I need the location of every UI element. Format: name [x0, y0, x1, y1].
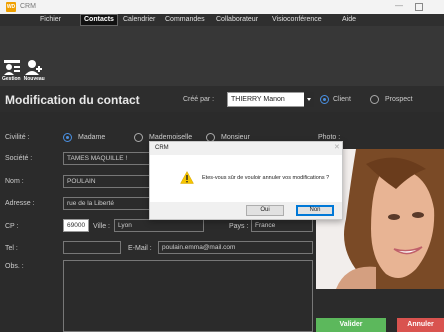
- valider-button[interactable]: Valider: [316, 318, 386, 332]
- civilite-madame-label: Madame: [78, 134, 106, 141]
- menu-bar: Fichier Contacts Calendrier Commandes Co…: [0, 14, 444, 26]
- email-label: E-Mail :: [128, 245, 152, 252]
- civilite-mademoiselle-radio[interactable]: [134, 133, 143, 142]
- menu-contacts[interactable]: Contacts: [80, 14, 118, 26]
- toolbar-label-gestion[interactable]: Gestion: [2, 76, 21, 82]
- window-title: CRM: [20, 3, 36, 10]
- nom-label: Nom :: [5, 178, 24, 185]
- menu-collaborateur[interactable]: Collaborateur: [213, 14, 261, 26]
- civilite-label: Civilité :: [5, 134, 30, 141]
- email-input[interactable]: poulain.emma@mail.com: [158, 241, 313, 254]
- toolbar-label-nouveau[interactable]: Nouveau: [24, 76, 45, 82]
- app-logo-icon: WD: [6, 2, 16, 12]
- dialog-title: CRM: [155, 145, 169, 151]
- tel-label: Tel :: [5, 245, 18, 252]
- societe-label: Société :: [5, 155, 33, 162]
- dialog-message: Etes-vous sûr de vouloir annuler vos mod…: [202, 175, 330, 181]
- dialog-non-button[interactable]: Non: [296, 205, 334, 216]
- ville-input[interactable]: Lyon: [114, 219, 204, 232]
- toolbar: [0, 26, 444, 86]
- minimize-icon[interactable]: —: [395, 1, 403, 10]
- ville-label: Ville :: [93, 223, 110, 230]
- chevron-down-icon[interactable]: [304, 92, 314, 107]
- menu-calendrier[interactable]: Calendrier: [120, 14, 158, 26]
- created-by-label: Créé par :: [183, 96, 215, 103]
- pays-input[interactable]: France: [251, 219, 313, 232]
- tel-input[interactable]: [63, 241, 121, 254]
- type-prospect-label: Prospect: [385, 96, 413, 103]
- civilite-monsieur-label: Monsieur: [221, 134, 250, 141]
- cp-label: CP :: [5, 223, 19, 230]
- civilite-mademoiselle-label: Mademoiselle: [149, 134, 193, 141]
- dialog-oui-button[interactable]: Oui: [246, 205, 284, 216]
- created-by-select[interactable]: THIERRY Manon: [227, 92, 314, 107]
- menu-visioconference[interactable]: Visioconférence: [269, 14, 325, 26]
- nom-input[interactable]: POULAIN: [63, 175, 153, 188]
- add-contact-icon[interactable]: [24, 56, 42, 78]
- type-prospect-radio[interactable]: [370, 95, 379, 104]
- adresse-input[interactable]: rue de la Liberté: [63, 197, 153, 210]
- menu-fichier[interactable]: Fichier: [37, 14, 64, 26]
- menu-commandes[interactable]: Commandes: [162, 14, 208, 26]
- obs-textarea[interactable]: [63, 260, 313, 332]
- page-title: Modification du contact: [5, 93, 140, 107]
- obs-label: Obs. :: [5, 263, 24, 270]
- contacts-list-icon[interactable]: [3, 56, 21, 78]
- annuler-button[interactable]: Annuler: [397, 318, 444, 332]
- adresse-label: Adresse :: [5, 200, 35, 207]
- menu-aide[interactable]: Aide: [339, 14, 359, 26]
- pays-label: Pays :: [229, 223, 249, 230]
- close-icon[interactable]: ✕: [334, 143, 340, 151]
- type-client-label: Client: [333, 96, 351, 103]
- window-titlebar: WD CRM —: [0, 0, 444, 14]
- warning-icon: [180, 171, 194, 184]
- type-client-radio[interactable]: [320, 95, 329, 104]
- civilite-madame-radio[interactable]: [63, 133, 72, 142]
- photo-label: Photo :: [318, 134, 341, 141]
- cp-input[interactable]: 69000: [63, 219, 89, 232]
- societe-input[interactable]: TAMES MAQUILLE !: [63, 152, 153, 165]
- toolbar-labels: Gestion Nouveau: [2, 76, 48, 82]
- maximize-icon[interactable]: [415, 3, 423, 11]
